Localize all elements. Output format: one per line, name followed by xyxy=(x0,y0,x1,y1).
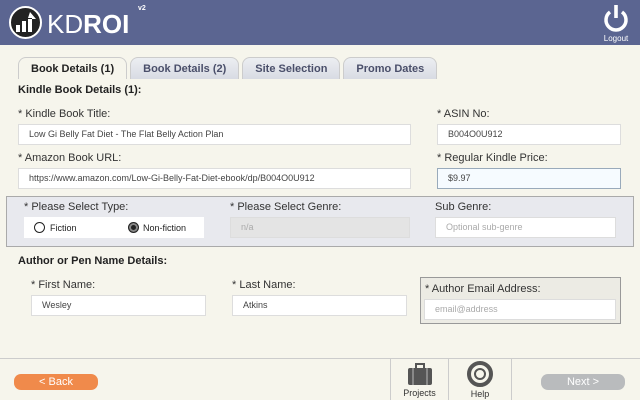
tab-book-details-2[interactable]: Book Details (2) xyxy=(130,57,240,79)
projects-label: Projects xyxy=(403,388,436,398)
subgenre-label: Sub Genre: xyxy=(435,201,492,213)
last-name-input[interactable]: Atkins xyxy=(232,295,407,316)
tab-site-selection[interactable]: Site Selection xyxy=(242,57,341,79)
asin-label: * ASIN No: xyxy=(437,108,490,120)
type-label: * Please Select Type: xyxy=(24,201,129,213)
price-input[interactable]: $9.97 xyxy=(437,168,621,189)
author-section-title: Author or Pen Name Details: xyxy=(18,255,168,267)
section-title: Kindle Book Details (1): xyxy=(18,84,142,96)
nonfiction-label: Non-fiction xyxy=(143,223,187,233)
projects-button[interactable]: Projects xyxy=(390,358,448,400)
book-title-input[interactable]: Low Gi Belly Fat Diet - The Flat Belly A… xyxy=(18,124,411,145)
tab-bar: Book Details (1) Book Details (2) Site S… xyxy=(18,57,438,79)
tab-book-details-1[interactable]: Book Details (1) xyxy=(18,57,128,79)
power-icon xyxy=(604,5,628,32)
first-name-input[interactable]: Wesley xyxy=(31,295,206,316)
book-title-label: * Kindle Book Title: xyxy=(18,108,111,120)
type-radio-group: Fiction Non-fiction xyxy=(24,217,204,238)
url-input[interactable]: https://www.amazon.com/Low-Gi-Belly-Fat-… xyxy=(18,168,411,189)
version-badge: v2 xyxy=(138,5,146,12)
url-label: * Amazon Book URL: xyxy=(18,152,122,164)
asin-input[interactable]: B004O0U912 xyxy=(437,124,621,145)
first-name-label: * First Name: xyxy=(31,279,96,291)
logout-button[interactable]: Logout xyxy=(600,4,632,43)
nonfiction-radio[interactable] xyxy=(128,222,139,233)
email-label: * Author Email Address: xyxy=(425,283,541,295)
subgenre-input[interactable]: Optional sub-genre xyxy=(435,217,616,238)
fiction-radio[interactable] xyxy=(34,222,45,233)
tab-promo-dates[interactable]: Promo Dates xyxy=(343,57,438,79)
back-button[interactable]: < Back xyxy=(14,374,98,390)
genre-select[interactable]: n/a xyxy=(230,217,410,238)
help-label: Help xyxy=(470,389,490,399)
help-button[interactable]: Help xyxy=(448,358,512,400)
genre-label: * Please Select Genre: xyxy=(230,201,342,213)
logout-label: Logout xyxy=(603,34,629,43)
price-label: * Regular Kindle Price: xyxy=(437,152,548,164)
last-name-label: * Last Name: xyxy=(232,279,296,291)
lifebuoy-icon xyxy=(467,361,493,387)
logo-text: KDROI xyxy=(47,9,130,39)
logo-chart-icon xyxy=(9,6,42,39)
briefcase-icon xyxy=(407,363,432,385)
email-input[interactable]: email@address xyxy=(424,299,616,320)
fiction-label: Fiction xyxy=(50,223,77,233)
app-header: KDROI v2 Logout xyxy=(0,0,640,45)
next-button[interactable]: Next > xyxy=(541,374,625,390)
